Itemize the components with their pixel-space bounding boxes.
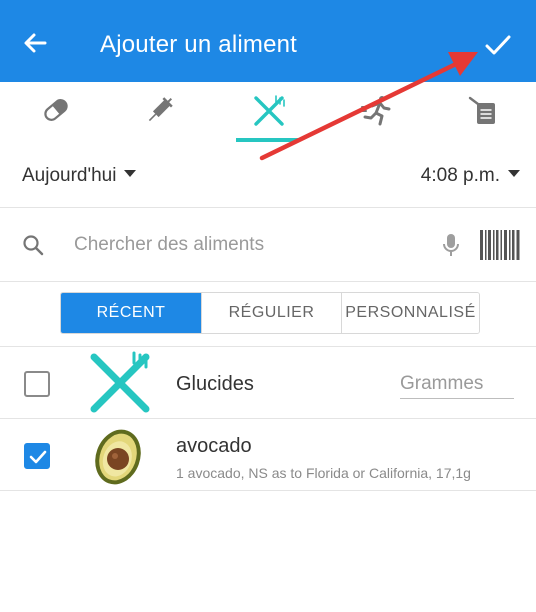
segment-regular[interactable]: RÉGULIER xyxy=(201,293,341,333)
time-label: 4:08 p.m. xyxy=(420,165,500,186)
running-person-icon xyxy=(360,96,391,126)
notepad-icon xyxy=(468,96,495,124)
active-tab-indicator xyxy=(236,138,300,142)
arrow-left-icon xyxy=(24,33,47,53)
date-time-row: Aujourd'hui 4:08 p.m. xyxy=(0,144,536,208)
checkmark-icon xyxy=(485,35,511,55)
tab-activity[interactable] xyxy=(336,82,416,144)
search-input[interactable] xyxy=(74,230,414,260)
segment-recent[interactable]: RÉCENT xyxy=(61,293,201,333)
food-detail: 1 avocado, NS as to Florida or Californi… xyxy=(176,465,471,481)
back-button[interactable] xyxy=(20,28,50,58)
microphone-icon xyxy=(443,234,459,256)
tab-food[interactable] xyxy=(228,82,308,144)
app-header: Ajouter un aliment xyxy=(0,0,536,82)
list-item[interactable]: avocado 1 avocado, NS as to Florida or C… xyxy=(0,419,536,491)
pill-icon xyxy=(44,99,68,121)
avocado-icon xyxy=(95,429,141,485)
food-list: Glucides avocado 1 avocado, NS as to Flo… xyxy=(0,346,536,491)
barcode-icon xyxy=(480,230,520,260)
tab-notes[interactable] xyxy=(444,82,524,144)
category-tabs xyxy=(0,82,536,144)
caret-down-icon xyxy=(508,170,520,178)
fork-knife-icon xyxy=(90,351,150,413)
list-filter-segments: RÉCENT RÉGULIER PERSONNALISÉ xyxy=(60,292,480,334)
tab-insulin[interactable] xyxy=(120,82,200,144)
date-dropdown[interactable]: Aujourd'hui xyxy=(22,165,137,187)
page-title: Ajouter un aliment xyxy=(100,31,298,58)
confirm-button[interactable] xyxy=(482,29,514,61)
date-label: Aujourd'hui xyxy=(22,165,117,186)
tab-medication[interactable] xyxy=(16,82,96,144)
quantity-field[interactable] xyxy=(400,369,514,399)
checkmark-icon xyxy=(29,450,47,464)
item-checkbox[interactable] xyxy=(24,443,50,469)
search-row xyxy=(0,208,536,282)
food-name: Glucides xyxy=(176,373,254,395)
search-icon xyxy=(23,235,44,256)
syringe-icon xyxy=(148,97,173,122)
food-name: avocado xyxy=(176,435,252,457)
fork-knife-icon xyxy=(254,95,285,126)
item-checkbox[interactable] xyxy=(24,371,50,397)
list-item[interactable]: Glucides xyxy=(0,347,536,419)
caret-down-icon xyxy=(124,170,137,178)
segment-custom[interactable]: PERSONNALISÉ xyxy=(341,293,479,333)
time-dropdown[interactable]: 4:08 p.m. xyxy=(421,165,520,187)
